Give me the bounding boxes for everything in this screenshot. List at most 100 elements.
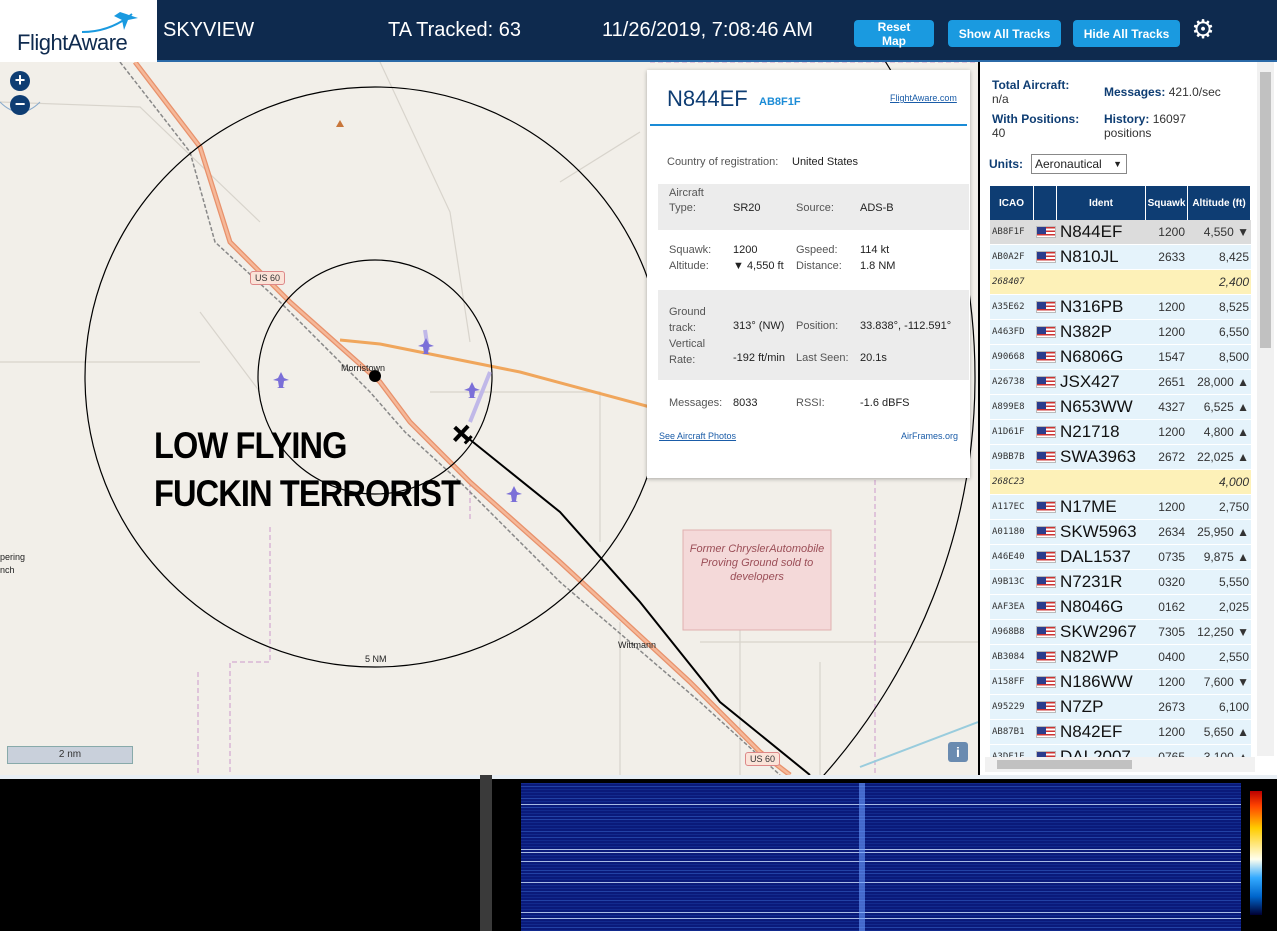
- track-value: 313° (NW): [733, 320, 785, 332]
- flag-cell: [1034, 320, 1057, 345]
- col-flag[interactable]: [1034, 186, 1057, 221]
- altitude-label: Altitude:: [669, 260, 709, 272]
- table-row[interactable]: AB3084 N82WP 0400 2,550: [990, 645, 1251, 670]
- lastseen-value: 20.1s: [860, 352, 887, 364]
- table-row[interactable]: 268C23 4,000: [990, 470, 1251, 495]
- zoom-in-button[interactable]: +: [10, 71, 30, 91]
- flag-cell: [1034, 370, 1057, 395]
- info-icon[interactable]: i: [948, 742, 968, 762]
- flag-cell: [1034, 545, 1057, 570]
- altitude-cell: 7,600 ▼: [1203, 675, 1249, 689]
- flag-cell: [1034, 345, 1057, 370]
- table-row[interactable]: AB0A2F N810JL 2633 8,425: [990, 245, 1251, 270]
- current-datetime: 11/26/2019, 7:08:46 AM: [602, 19, 813, 41]
- table-row[interactable]: 268407 2,400: [990, 270, 1251, 295]
- flag-cell: [1034, 670, 1057, 695]
- altitude-cell: 2,025: [1218, 600, 1249, 614]
- flag-cell: [1034, 695, 1057, 720]
- vertical-scrollbar[interactable]: [1257, 62, 1274, 756]
- squawk-label: Squawk:: [669, 244, 712, 256]
- position-label: Position:: [796, 320, 839, 332]
- table-row[interactable]: A35E62 N316PB 1200 8,525: [990, 295, 1251, 320]
- reset-map-button[interactable]: Reset Map: [854, 20, 934, 48]
- icao-cell: A26738: [992, 377, 1025, 387]
- units-select[interactable]: Aeronautical ▼: [1031, 154, 1127, 174]
- table-row[interactable]: A158FF N186WW 1200 7,600 ▼: [990, 670, 1251, 695]
- track-block: Ground track: 313° (NW) Position: 33.838…: [658, 290, 969, 380]
- squawk-cell: 4327: [1158, 400, 1185, 414]
- table-row[interactable]: A9BB7B SWA3963 2672 22,025 ▲: [990, 445, 1251, 470]
- units-label: Units:: [989, 157, 1023, 171]
- ident-cell: N810JL: [1060, 247, 1119, 266]
- flag-cell: [1034, 495, 1057, 520]
- spectrum-waterfall: [521, 783, 1241, 931]
- altitude-cell: 5,550: [1218, 575, 1249, 589]
- table-row[interactable]: A968B8 SKW2967 7305 12,250 ▼: [990, 620, 1251, 645]
- show-all-tracks-button[interactable]: Show All Tracks: [948, 20, 1061, 47]
- squawk-cell: 1200: [1158, 325, 1185, 339]
- scrollbar-thumb[interactable]: [997, 760, 1132, 769]
- col-icao[interactable]: ICAO: [990, 186, 1034, 221]
- table-row[interactable]: AAF3EA N8046G 0162 2,025: [990, 595, 1251, 620]
- col-squawk[interactable]: Squawk: [1146, 186, 1188, 221]
- table-row[interactable]: A1D61F N21718 1200 4,800 ▲: [990, 420, 1251, 445]
- table-row[interactable]: A117EC N17ME 1200 2,750: [990, 495, 1251, 520]
- us-flag-icon: [1035, 526, 1056, 538]
- table-row[interactable]: A26738 JSX427 2651 28,000 ▲: [990, 370, 1251, 395]
- table-row[interactable]: A01180 SKW5963 2634 25,950 ▲: [990, 520, 1251, 545]
- table-row[interactable]: A9B13C N7231R 0320 5,550: [990, 570, 1251, 595]
- zoom-out-button[interactable]: −: [10, 95, 30, 115]
- ta-tracked-count: TA Tracked: 63: [388, 19, 522, 41]
- icao-cell: AAF3EA: [992, 602, 1025, 612]
- altitude-value: ▼ 4,550 ft: [733, 260, 784, 272]
- history-label: History:: [1104, 112, 1150, 126]
- airframes-link[interactable]: AirFrames.org: [901, 431, 958, 441]
- table-row[interactable]: A899E8 N653WW 4327 6,525 ▲: [990, 395, 1251, 420]
- gear-icon[interactable]: ⚙: [1188, 14, 1218, 44]
- table-row[interactable]: A463FD N382P 1200 6,550: [990, 320, 1251, 345]
- rssi-value: -1.6 dBFS: [860, 397, 910, 409]
- country-label: Country of registration:: [667, 156, 779, 168]
- table-row[interactable]: AB8F1F N844EF 1200 4,550 ▼: [990, 220, 1251, 245]
- overlay-line-1: LOW FLYING: [154, 425, 347, 466]
- icao-cell: A95229: [992, 702, 1025, 712]
- with-positions-stat: With Positions: 40: [992, 112, 1079, 140]
- icao-cell: A9B13C: [992, 577, 1025, 587]
- icao-cell: A46E40: [992, 552, 1025, 562]
- hide-all-tracks-button[interactable]: Hide All Tracks: [1073, 20, 1180, 47]
- country-value: United States: [792, 156, 859, 168]
- flag-cell: [1034, 295, 1057, 320]
- altitude-cell: 9,875 ▲: [1203, 550, 1249, 564]
- scrollbar-thumb[interactable]: [1260, 72, 1271, 348]
- altitude-cell: 25,950 ▲: [1197, 525, 1249, 539]
- col-altitude[interactable]: Altitude (ft): [1188, 186, 1251, 221]
- squawk-value: 1200: [733, 244, 758, 256]
- table-header: ICAO Ident Squawk Altitude (ft): [990, 186, 1251, 221]
- aircraft-list-panel: Total Aircraft: n/a Messages: 421.0/sec …: [980, 62, 1277, 775]
- messages-block: Messages: 8033 RSSI: -1.6 dBFS: [658, 397, 969, 415]
- icao-cell: A117EC: [992, 502, 1025, 512]
- ident-cell: N7231R: [1060, 572, 1123, 591]
- country-row: Country of registration: United States: [658, 156, 969, 174]
- col-ident[interactable]: Ident: [1057, 186, 1146, 221]
- icao-cell: A01180: [992, 527, 1025, 537]
- flightaware-link[interactable]: FlightAware.com: [890, 93, 957, 103]
- divider[interactable]: [480, 775, 492, 931]
- ident-cell: N653WW: [1060, 397, 1133, 416]
- table-row[interactable]: A95229 N7ZP 2673 6,100: [990, 695, 1251, 720]
- icao-cell: AB8F1F: [992, 227, 1025, 237]
- proving-ground-label: Former ChryslerAutomobile Proving Ground…: [689, 543, 825, 583]
- overlay-line-2: FUCKIN TERRORIST: [154, 473, 461, 514]
- flag-cell: [1034, 720, 1057, 745]
- messages-value: 8033: [733, 397, 758, 409]
- squawk-cell: 2672: [1158, 450, 1185, 464]
- table-row[interactable]: AB87B1 N842EF 1200 5,650 ▲: [990, 720, 1251, 745]
- altitude-cell: 2,550: [1218, 650, 1249, 664]
- flag-cell: [1034, 395, 1057, 420]
- flightaware-logo[interactable]: FlightAware: [0, 0, 157, 62]
- place-label: nch: [0, 565, 15, 575]
- horizontal-scrollbar[interactable]: [985, 757, 1255, 772]
- aircraft-photos-link[interactable]: See Aircraft Photos: [659, 431, 736, 441]
- table-row[interactable]: A46E40 DAL1537 0735 9,875 ▲: [990, 545, 1251, 570]
- table-row[interactable]: A90668 N6806G 1547 8,500: [990, 345, 1251, 370]
